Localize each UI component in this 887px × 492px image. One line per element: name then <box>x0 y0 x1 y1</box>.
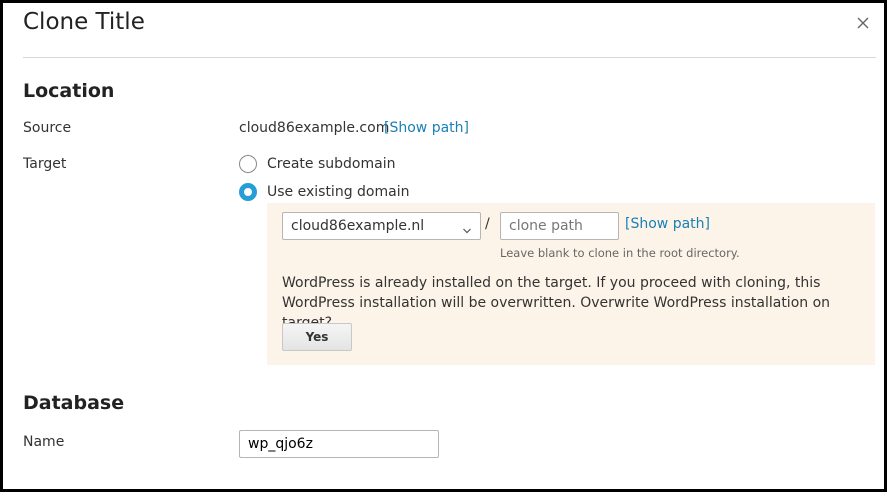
use-existing-domain-radio[interactable] <box>239 183 257 201</box>
source-label: Source <box>23 120 72 136</box>
domain-select-value: cloud86example.nl <box>291 218 425 234</box>
location-heading: Location <box>23 80 115 102</box>
create-subdomain-radio[interactable] <box>239 155 257 173</box>
path-separator: / <box>485 216 490 232</box>
dialog-title: Clone Title <box>23 9 145 35</box>
database-name-label: Name <box>23 434 65 450</box>
source-show-path-link[interactable]: [Show path] <box>384 120 469 136</box>
clone-dialog: Clone Title Location Source cloud86examp… <box>0 0 887 492</box>
overwrite-warning: WordPress is already installed on the ta… <box>282 275 831 331</box>
title-divider <box>23 57 876 58</box>
create-subdomain-label[interactable]: Create subdomain <box>267 156 395 172</box>
target-label: Target <box>23 156 67 172</box>
close-icon[interactable] <box>853 13 873 33</box>
source-domain: cloud86example.com <box>239 120 390 136</box>
clone-path-input[interactable] <box>500 212 619 240</box>
chevron-down-icon <box>462 221 472 234</box>
database-name-input[interactable] <box>239 430 439 458</box>
database-heading: Database <box>23 392 125 414</box>
use-existing-domain-label[interactable]: Use existing domain <box>267 184 409 200</box>
domain-select[interactable]: cloud86example.nl <box>282 212 481 240</box>
clone-path-hint: Leave blank to clone in the root directo… <box>500 246 740 260</box>
target-show-path-link[interactable]: [Show path] <box>625 216 710 232</box>
confirm-overwrite-button[interactable]: Yes <box>282 323 352 351</box>
